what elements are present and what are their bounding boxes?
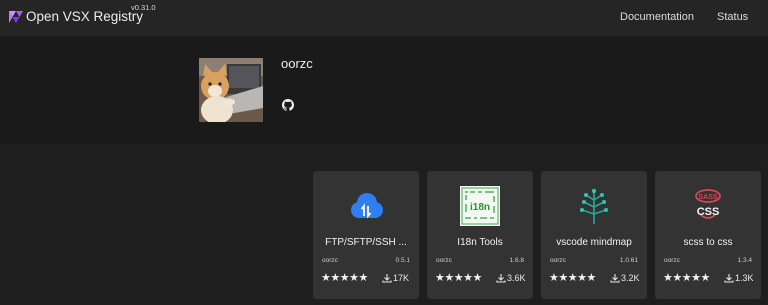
extension-version: 1.6.8 [509,257,524,264]
top-navbar: Open VSX Registry v0.31.0 Documentation … [0,0,768,36]
extension-version: 1.0.61 [619,257,638,264]
i18n-icon: i18n [460,186,500,226]
cat-avatar-icon [199,58,263,122]
nav-documentation-link[interactable]: Documentation [620,11,694,23]
extension-card[interactable]: SASS CSS scss to css oorzc 1.3.4 ★★★★★ 1… [655,171,761,299]
github-icon[interactable] [282,99,294,111]
download-icon [724,274,734,283]
sass-icon: SASS CSS [695,189,721,219]
brand-title[interactable]: Open VSX Registry [26,9,143,24]
nav-status-link[interactable]: Status [717,11,748,23]
version-label: v0.31.0 [131,3,156,12]
svg-text:SASS: SASS [698,194,717,201]
extension-title: scss to css [683,237,733,248]
download-icon [610,274,620,283]
download-count: 3.6K [507,273,526,283]
extension-card[interactable]: vscode mindmap oorzc 1.0.61 ★★★★★ 3.2K [541,171,647,299]
extension-version: 1.3.4 [737,257,752,264]
rating-stars: ★★★★★ [549,272,596,284]
svg-text:CSS: CSS [697,206,720,218]
rating-stars: ★★★★★ [435,272,482,284]
download-count: 17K [393,273,410,283]
extension-publisher: oorzc [664,257,680,264]
publisher-name: oorzc [281,56,313,71]
extension-title: FTP/SFTP/SSH ... [325,237,407,248]
extension-publisher: oorzc [550,257,566,264]
download-icon [496,274,506,283]
extension-title: vscode mindmap [556,237,632,248]
download-icon [382,274,392,283]
open-vsx-logo-icon[interactable] [7,8,25,26]
extension-card[interactable]: i18n I18n Tools oorzc 1.6.8 ★★★★★ 3.6K [427,171,533,299]
extension-version: 0.5.1 [395,257,410,264]
publisher-header [0,36,768,144]
extension-publisher: oorzc [436,257,452,264]
extension-card[interactable]: FTP/SFTP/SSH ... oorzc 0.5.1 ★★★★★ 17K [313,171,419,299]
svg-text:i18n: i18n [470,202,490,213]
mindmap-tree-icon [580,188,608,224]
cloud-sync-icon [351,193,383,219]
extension-publisher: oorzc [322,257,338,264]
rating-stars: ★★★★★ [321,272,368,284]
extension-title: I18n Tools [457,237,503,248]
avatar [199,58,263,122]
download-count: 3.2K [621,273,640,283]
download-count: 1.3K [735,273,754,283]
rating-stars: ★★★★★ [663,272,710,284]
